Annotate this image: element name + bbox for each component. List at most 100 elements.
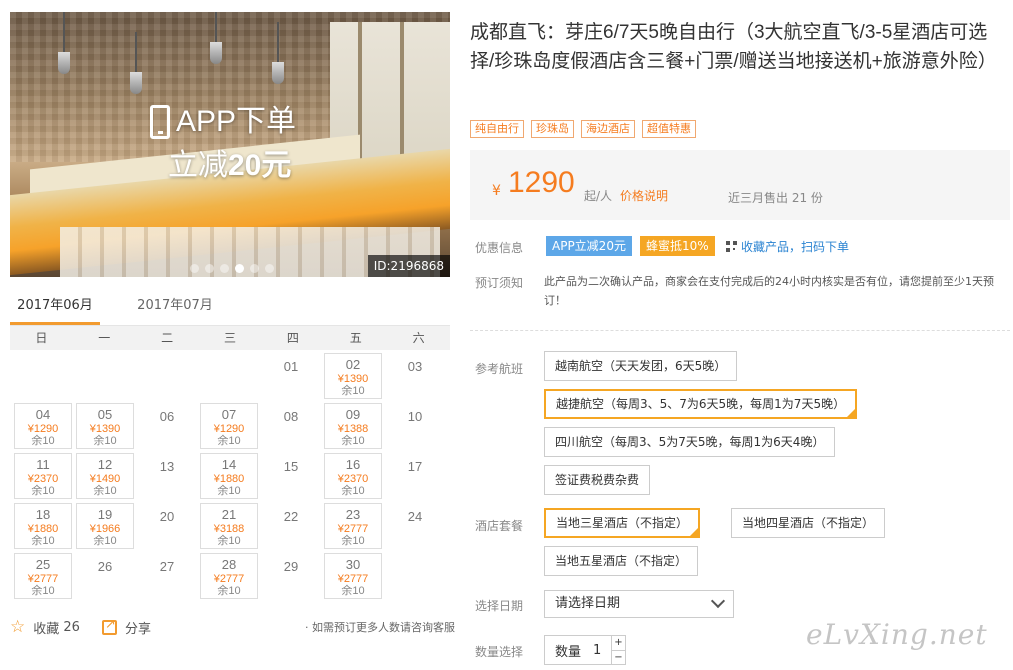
calendar-day-number: 12 — [97, 457, 113, 472]
calendar-day-available[interactable]: 12 ¥1490 余10 — [76, 453, 134, 499]
product-tag: 海边酒店 — [581, 120, 635, 138]
calendar-day-available[interactable]: 14 ¥1880 余10 — [200, 453, 258, 499]
favorite-count: 26 — [63, 619, 80, 635]
honey-discount-badge: 蜂蜜抵10% — [640, 236, 715, 256]
calendar-day-available[interactable]: 23 ¥2777 余10 — [324, 503, 382, 549]
qr-order-label: 收藏产品，扫码下单 — [741, 240, 850, 254]
carousel-dot[interactable] — [250, 264, 259, 273]
increment-button[interactable]: + — [612, 636, 625, 650]
calendar-day-price: ¥1390 — [337, 373, 369, 385]
app-discount-badge: APP立减20元 — [546, 236, 632, 256]
calendar-day-available[interactable]: 21 ¥3188 余10 — [200, 503, 258, 549]
price-amount: 1290 — [508, 166, 575, 199]
calendar-day-price: ¥2370 — [27, 473, 59, 485]
calendar-day-number: 30 — [345, 557, 361, 572]
calendar-day-number: 11 — [36, 457, 50, 472]
tab-month-june[interactable]: 2017年06月 — [10, 292, 100, 325]
flight-option-visa-fees[interactable]: 签证费税费杂费 — [544, 465, 651, 495]
hotel-option-4-star[interactable]: 当地四星酒店（不指定） — [731, 508, 886, 538]
product-id-tag: ID:2196868 — [367, 255, 450, 277]
flight-option-vietnam-airlines[interactable]: 越南航空（天天发团，6天5晚） — [544, 351, 738, 381]
section-divider — [470, 330, 1010, 331]
quantity-stepper[interactable]: 数量 1 + − — [544, 635, 626, 665]
calendar-day-available[interactable]: 25 ¥2777 余10 — [14, 553, 72, 599]
calendar-day-price: ¥1290 — [27, 423, 59, 435]
calendar-day-available[interactable]: 02 ¥1390 余10 — [324, 353, 382, 399]
carousel-dot[interactable] — [220, 264, 229, 273]
favorite-label[interactable]: 收藏 — [33, 618, 59, 637]
tab-month-july[interactable]: 2017年07月 — [130, 292, 220, 325]
calendar-day-available[interactable]: 07 ¥1290 余10 — [200, 403, 258, 449]
calendar-day-available[interactable]: 16 ¥2370 余10 — [324, 453, 382, 499]
hero-lamp — [130, 32, 142, 94]
sold-count: 近三月售出 21 份 — [728, 191, 823, 205]
carousel-dot[interactable] — [205, 264, 214, 273]
calendar-day-number: 25 — [35, 557, 51, 572]
star-icon[interactable]: ☆ — [10, 617, 25, 637]
calendar-day-remaining: 余10 — [341, 385, 365, 397]
price-unit: 起/人 — [584, 189, 613, 203]
date-select-label: 选择日期 — [475, 599, 524, 613]
decrement-button[interactable]: − — [612, 650, 625, 664]
hotel-option-3-star[interactable]: 当地三星酒店（不指定） — [544, 508, 701, 540]
calendar-day: 17 — [386, 453, 444, 499]
product-hero-image[interactable]: APP下单 立减20元 ID:2196868 — [10, 12, 450, 277]
calendar-day-remaining: 余10 — [31, 535, 55, 547]
calendar-day-available[interactable]: 18 ¥1880 余10 — [14, 503, 72, 549]
calendar-day-number: 20 — [159, 509, 175, 524]
calendar-day-number: 28 — [221, 557, 237, 572]
quantity-field-label: 数量 — [555, 644, 582, 660]
calendar-day-available[interactable]: 04 ¥1290 余10 — [14, 403, 72, 449]
booking-notice-text: 此产品为二次确认产品，商家会在支付完成后的24小时内核实是否有位，请您提前至少1… — [544, 275, 994, 307]
qr-order-link[interactable]: 收藏产品，扫码下单 — [726, 238, 849, 255]
calendar-day: 27 — [138, 553, 196, 599]
calendar-day-number: 13 — [159, 459, 175, 474]
calendar-day-number: 27 — [159, 559, 175, 574]
weekday-label: 四 — [286, 331, 299, 345]
date-select[interactable]: 请选择日期 — [544, 590, 734, 618]
share-button[interactable]: 分享 — [125, 618, 151, 637]
product-title: 成都直飞：芽庄6/7天5晚自由行（3大航空直飞/3-5星酒店可选择/珍珠岛度假酒… — [470, 22, 997, 72]
calendar-day-price: ¥2370 — [337, 473, 369, 485]
carousel-dot[interactable] — [235, 264, 244, 273]
calendar-day-available[interactable]: 19 ¥1966 余10 — [76, 503, 134, 549]
calendar-day: 10 — [386, 403, 444, 449]
calendar-day-empty — [14, 353, 72, 399]
calendar-day: 03 — [386, 353, 444, 399]
date-select-placeholder: 请选择日期 — [555, 596, 621, 611]
carousel-dot[interactable] — [190, 264, 199, 273]
calendar-day-available[interactable]: 11 ¥2370 余10 — [14, 453, 72, 499]
calendar-day-number: 21 — [221, 507, 237, 522]
calendar-day-remaining: 余10 — [31, 435, 55, 447]
share-icon[interactable] — [101, 617, 117, 635]
calendar-day-number: 22 — [283, 509, 299, 524]
calendar-day-number: 15 — [283, 459, 299, 474]
notice-label: 预订须知 — [475, 276, 524, 290]
weekday-label: 二 — [161, 331, 174, 345]
calendar-day-available[interactable]: 05 ¥1390 余10 — [76, 403, 134, 449]
carousel-dot[interactable] — [265, 264, 274, 273]
calendar-day-remaining: 余10 — [217, 485, 241, 497]
product-actions-bar: ☆ 收藏 26 分享 · 如需预订更多人数请咨询客服 — [10, 616, 455, 638]
carousel-dots — [190, 264, 274, 273]
calendar-day-empty — [76, 353, 134, 399]
calendar-day-available[interactable]: 30 ¥2777 余10 — [324, 553, 382, 599]
hotel-option-5-star[interactable]: 当地五星酒店（不指定） — [544, 546, 699, 576]
flight-option-vietjet[interactable]: 越捷航空（每周3、5、7为6天5晚，每周1为7天5晚） — [544, 389, 858, 421]
flight-option-sichuan-airlines[interactable]: 四川航空（每周3、5为7天5晚，每周1为6天4晚） — [544, 427, 836, 457]
calendar-day-remaining: 余10 — [341, 535, 365, 547]
site-watermark: eLvXing.net — [806, 618, 988, 651]
quantity-value[interactable]: 1 — [593, 643, 601, 658]
hero-lamp — [210, 12, 222, 64]
qr-code-icon — [726, 241, 737, 252]
calendar-day-number: 24 — [407, 509, 423, 524]
offers-label: 优惠信息 — [475, 241, 524, 255]
price-explain-link[interactable]: 价格说明 — [620, 187, 668, 204]
quantity-label: 数量选择 — [475, 645, 524, 659]
calendar-day-number: 19 — [97, 507, 113, 522]
calendar-day-available[interactable]: 28 ¥2777 余10 — [200, 553, 258, 599]
calendar-day: 20 — [138, 503, 196, 549]
calendar-day-remaining: 余10 — [341, 585, 365, 597]
calendar-day-available[interactable]: 09 ¥1388 余10 — [324, 403, 382, 449]
calendar-day-price: ¥2777 — [213, 573, 245, 585]
